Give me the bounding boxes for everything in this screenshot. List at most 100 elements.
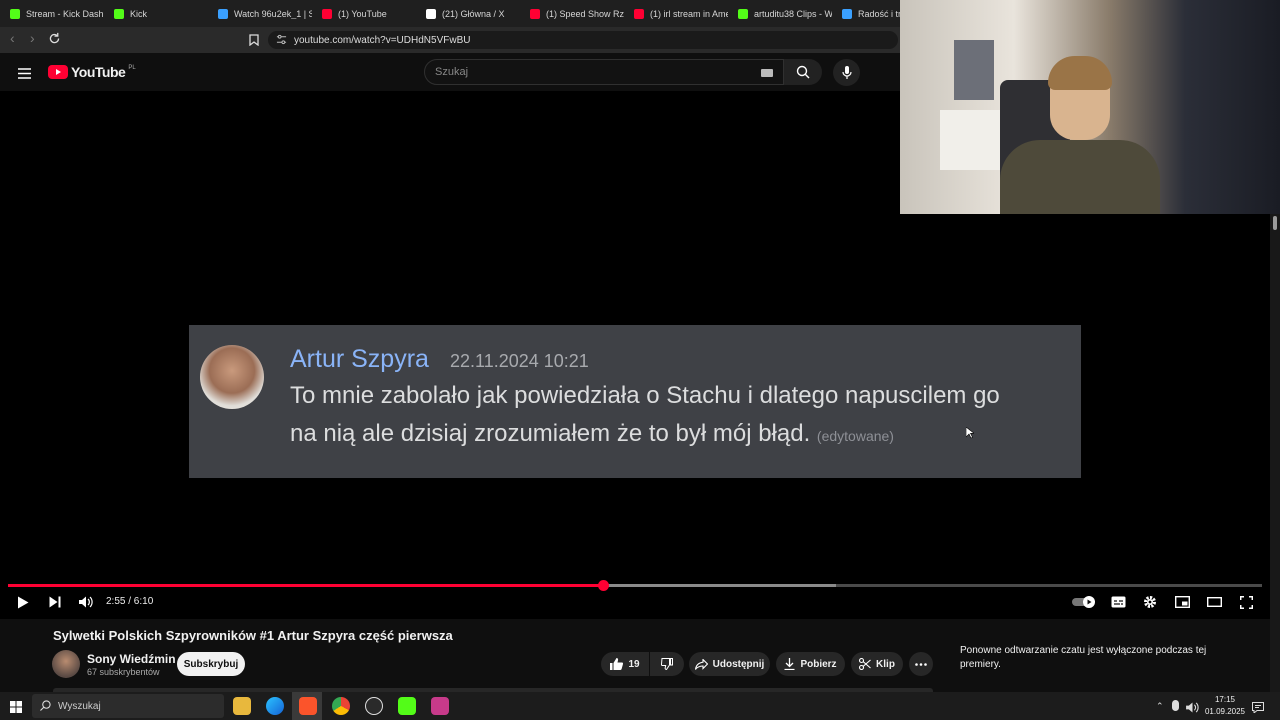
bookmark-icon[interactable]: [249, 33, 259, 51]
logo-text: YouTube: [71, 64, 126, 80]
message-author-name: Artur Szpyra: [290, 345, 429, 373]
dislike-button[interactable]: [650, 652, 684, 676]
youtube-logo[interactable]: YouTube PL: [48, 64, 136, 80]
browser-tab[interactable]: (1) irl stream in America: [624, 0, 728, 27]
windows-start-icon[interactable]: [10, 700, 22, 718]
browser-tab[interactable]: Kick: [104, 0, 208, 27]
url-field[interactable]: youtube.com/watch?v=UDHdN5VFwBU: [268, 31, 898, 49]
play-icon: [18, 596, 29, 608]
webcam-overlay: [900, 0, 1280, 214]
subtitles-button[interactable]: [1109, 593, 1127, 611]
share-button[interactable]: Udostępnij: [689, 652, 770, 676]
subtitles-icon: [1111, 596, 1125, 608]
tray-chevron-icon[interactable]: ⌃: [1156, 701, 1164, 712]
clip-button[interactable]: Klip: [851, 652, 903, 676]
fullscreen-icon: [1239, 595, 1253, 609]
message-timestamp: 22.11.2024 10:21: [450, 351, 589, 371]
download-label: Pobierz: [800, 658, 837, 670]
kick-icon: [10, 8, 20, 19]
browser-tab-title: artuditu38 Clips - Watch: [754, 8, 832, 19]
message-edited-label: (edytowane): [816, 428, 894, 444]
miniplayer-icon: [1174, 596, 1190, 608]
miniplayer-button[interactable]: [1173, 593, 1191, 611]
forward-icon[interactable]: ›: [30, 30, 35, 46]
browser-tab[interactable]: artuditu38 Clips - Watch: [728, 0, 832, 27]
tray-volume-icon[interactable]: [1186, 700, 1199, 718]
message-line-2-text: na nią ale dzisiaj zrozumiałem że to był…: [290, 420, 811, 447]
browser-tab[interactable]: Stream - Kick Dashboard: [0, 0, 104, 27]
edge-icon[interactable]: [266, 697, 284, 715]
voice-search-button[interactable]: [833, 59, 860, 86]
theater-mode-button[interactable]: [1205, 593, 1223, 611]
subscribe-button[interactable]: Subskrybuj: [177, 652, 245, 676]
taskbar-search-input[interactable]: Wyszukaj: [32, 694, 224, 718]
brave-icon[interactable]: [299, 697, 317, 715]
browser-tab[interactable]: (21) Główna / X: [416, 0, 520, 27]
obs-icon[interactable]: [365, 697, 383, 715]
search-placeholder: Szukaj: [435, 66, 469, 78]
autoplay-toggle[interactable]: [1072, 593, 1096, 611]
browser-tab-title: Watch 96u2ek_1 | Streamable: [234, 8, 312, 19]
like-button[interactable]: 19: [601, 652, 649, 676]
autoplay-icon: [1072, 596, 1095, 608]
taskbar-clock-time[interactable]: 17:15: [1208, 695, 1242, 704]
share-icon: [694, 658, 708, 670]
mouse-cursor-icon: [965, 426, 975, 444]
menu-icon[interactable]: [18, 66, 31, 84]
browser-tab-title: (1) YouTube: [338, 8, 387, 19]
kick-app-icon[interactable]: [398, 697, 416, 715]
youtube-icon: [634, 8, 644, 19]
browser-tab[interactable]: (1) Speed Show Rzeszów: [520, 0, 624, 27]
volume-button[interactable]: [77, 593, 95, 611]
kick-icon: [738, 8, 748, 19]
message-line-1: To mnie zabolało jak powiedziała o Stach…: [290, 382, 1000, 409]
keyboard-icon[interactable]: [761, 69, 773, 77]
share-label: Udostępnij: [712, 658, 765, 670]
youtube-icon: [322, 8, 332, 19]
taskbar-search-placeholder: Wyszukaj: [58, 700, 101, 712]
chat-replay-disabled-note: Ponowne odtwarzanie czatu jest wyłączone…: [960, 645, 1207, 670]
search-icon: [796, 65, 810, 79]
youtube-icon: [530, 8, 540, 19]
reload-icon[interactable]: [48, 32, 61, 50]
url-text: youtube.com/watch?v=UDHdN5VFwBU: [294, 34, 471, 46]
channel-avatar[interactable]: [52, 650, 80, 678]
theater-icon: [1206, 597, 1222, 607]
download-button[interactable]: Pobierz: [776, 652, 845, 676]
webcam-poster: [954, 40, 994, 100]
webcam-person-shirt: [1000, 140, 1160, 214]
subscriber-count: 67 subskrybentów: [87, 667, 160, 677]
gear-icon: [1144, 596, 1156, 608]
fullscreen-button[interactable]: [1237, 593, 1255, 611]
tray-microphone-icon[interactable]: [1172, 700, 1179, 711]
webcam-person-hair: [1048, 56, 1112, 90]
progress-played: [8, 584, 604, 587]
youtube-logo-icon: [48, 65, 68, 79]
more-icon: [915, 662, 927, 666]
taskbar-clock-date[interactable]: 01.09.2025: [1204, 707, 1246, 716]
file-explorer-icon[interactable]: [233, 697, 251, 715]
channel-name[interactable]: Sony Wiedźmin: [87, 652, 176, 666]
streaming-app-icon[interactable]: [431, 697, 449, 715]
scissors-icon: [859, 658, 871, 670]
notifications-icon[interactable]: [1252, 700, 1264, 718]
browser-tab-title: Stream - Kick Dashboard: [26, 8, 104, 19]
browser-tab-title: (1) Speed Show Rzeszów: [546, 8, 624, 19]
browser-tab[interactable]: Watch 96u2ek_1 | Streamable: [208, 0, 312, 27]
play-button[interactable]: [14, 593, 32, 611]
more-actions-button[interactable]: [909, 652, 933, 676]
next-button[interactable]: [46, 593, 64, 611]
page-scrollbar[interactable]: [1270, 214, 1280, 692]
volume-icon: [79, 596, 93, 608]
search-input[interactable]: Szukaj: [424, 59, 784, 85]
taskbar-search-icon: [40, 700, 51, 714]
settings-button[interactable]: [1141, 593, 1159, 611]
search-button[interactable]: [784, 59, 822, 85]
microphone-icon: [841, 65, 852, 79]
back-icon[interactable]: ‹: [10, 30, 15, 46]
site-settings-icon[interactable]: [276, 34, 287, 48]
chrome-icon[interactable]: [332, 697, 350, 715]
region-code: PL: [128, 65, 136, 71]
browser-tab[interactable]: (1) YouTube: [312, 0, 416, 27]
scrollbar-thumb[interactable]: [1273, 216, 1277, 230]
